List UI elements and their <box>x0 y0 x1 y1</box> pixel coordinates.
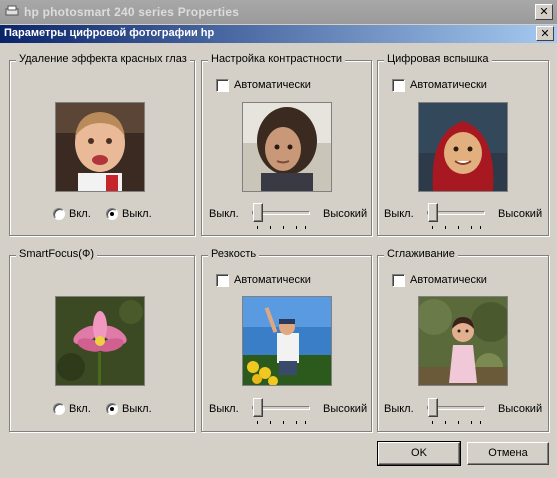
slider-tick <box>445 226 446 229</box>
smoothing-slider-min-label: Выкл. <box>384 403 414 415</box>
outer-window-titlebar: hp photosmart 240 series Properties ✕ <box>0 0 557 24</box>
slider-tick <box>305 226 306 229</box>
slider-tick <box>296 226 297 229</box>
group-title-smoothing: Сглаживание <box>384 248 458 260</box>
girl-garden-photo <box>418 296 508 386</box>
dialog-title: Параметры цифровой фотографии hp <box>4 27 215 39</box>
contrast-slider-thumb[interactable] <box>253 203 263 222</box>
printer-icon <box>5 5 19 16</box>
sharpness-slider-max-label: Высокий <box>323 403 368 415</box>
slider-tick <box>270 226 271 229</box>
smoothing-auto-label: Автоматически <box>410 274 487 286</box>
contrast-auto-label: Автоматически <box>234 79 311 91</box>
slider-tick <box>471 226 472 229</box>
dialog-close-button[interactable]: ✕ <box>536 26 554 41</box>
group-title-sharpness: Резкость <box>208 248 260 260</box>
slider-tick <box>296 421 297 424</box>
group-title-flash: Цифровая вспышка <box>384 53 492 65</box>
red-eye-on-label: Вкл. <box>69 208 91 220</box>
flash-auto-checkbox[interactable] <box>392 79 405 92</box>
smoothing-slider-thumb[interactable] <box>428 398 438 417</box>
smartfocus-off-label: Выкл. <box>122 403 152 415</box>
slider-tick <box>458 226 459 229</box>
slider-tick <box>480 421 481 424</box>
red-eye-off-radio[interactable] <box>106 208 118 220</box>
slider-tick <box>458 421 459 424</box>
boy-flowers-sky-photo <box>242 296 332 386</box>
girl-portrait-photo <box>242 102 332 192</box>
toddler-photo <box>55 102 145 192</box>
contrast-slider-max-label: Высокий <box>323 208 368 220</box>
flash-auto-label: Автоматически <box>410 79 487 91</box>
slider-tick <box>305 421 306 424</box>
sharpness-slider-min-label: Выкл. <box>209 403 239 415</box>
flash-slider-thumb[interactable] <box>428 203 438 222</box>
sharpness-slider-thumb[interactable] <box>253 398 263 417</box>
group-title-red-eye: Удаление эффекта красных глаз <box>16 53 190 65</box>
slider-tick <box>283 421 284 424</box>
slider-tick <box>471 421 472 424</box>
sharpness-auto-label: Автоматически <box>234 274 311 286</box>
dialog-titlebar: Параметры цифровой фотографии hp ✕ <box>0 25 557 43</box>
slider-tick <box>432 421 433 424</box>
sharpness-auto-checkbox[interactable] <box>216 274 229 287</box>
close-icon: ✕ <box>540 27 550 40</box>
close-icon: ✕ <box>539 5 549 18</box>
group-title-smartfocus: SmartFocus(Ф) <box>16 248 97 260</box>
smartfocus-on-label: Вкл. <box>69 403 91 415</box>
smoothing-slider-max-label: Высокий <box>498 403 543 415</box>
red-eye-off-label: Выкл. <box>122 208 152 220</box>
group-title-contrast: Настройка контрастности <box>208 53 346 65</box>
child-red-hood-photo <box>418 102 508 192</box>
contrast-slider-min-label: Выкл. <box>209 208 239 220</box>
cancel-button[interactable]: Отмена <box>467 442 549 465</box>
slider-tick <box>480 226 481 229</box>
smoothing-auto-checkbox[interactable] <box>392 274 405 287</box>
slider-tick <box>257 226 258 229</box>
outer-close-button[interactable]: ✕ <box>535 4 553 20</box>
slider-tick <box>445 421 446 424</box>
contrast-auto-checkbox[interactable] <box>216 79 229 92</box>
smartfocus-on-radio[interactable] <box>53 403 65 415</box>
outer-window-title: hp photosmart 240 series Properties <box>24 5 240 19</box>
red-eye-on-radio[interactable] <box>53 208 65 220</box>
ok-button[interactable]: OK <box>377 441 461 466</box>
pink-lotus-photo <box>55 296 145 386</box>
slider-tick <box>270 421 271 424</box>
slider-tick <box>283 226 284 229</box>
flash-slider-min-label: Выкл. <box>384 208 414 220</box>
flash-slider-max-label: Высокий <box>498 208 543 220</box>
smartfocus-off-radio[interactable] <box>106 403 118 415</box>
slider-tick <box>432 226 433 229</box>
slider-tick <box>257 421 258 424</box>
